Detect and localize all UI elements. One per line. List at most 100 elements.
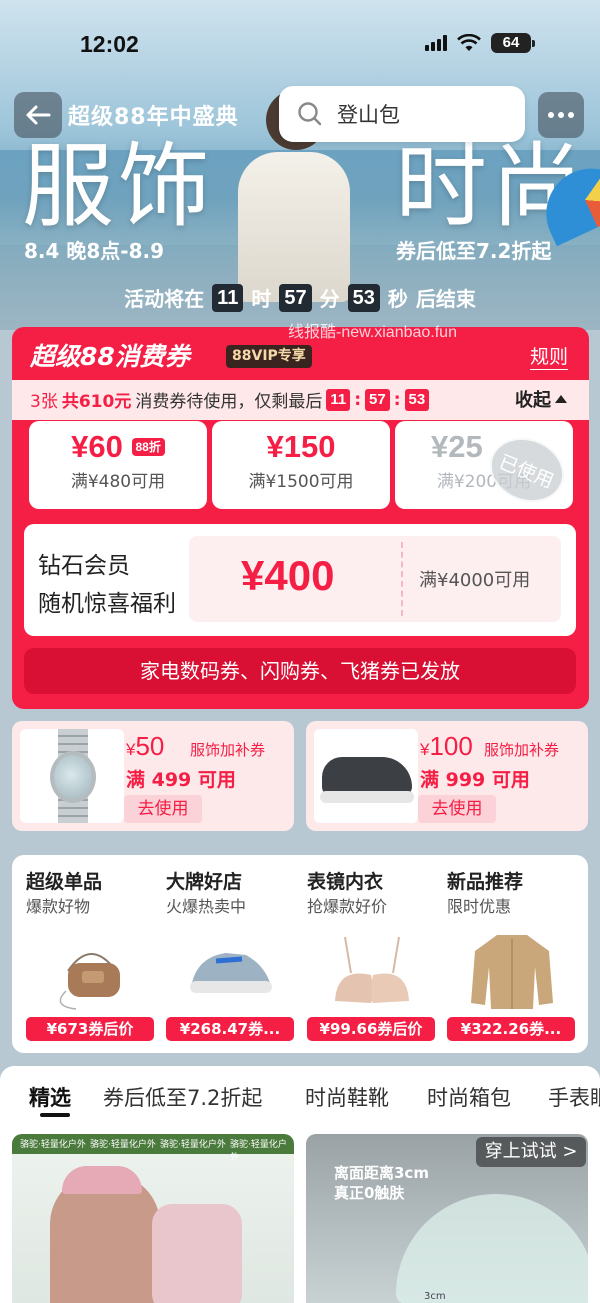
active-tab-indicator xyxy=(40,1113,70,1117)
voucher-kind: 服饰加补券 xyxy=(484,741,560,759)
diamond-title: 钻石会员 xyxy=(38,553,130,579)
coupon-25-used[interactable]: ¥25 满¥200可用 已使用 xyxy=(395,421,573,509)
tab-discount[interactable]: 券后低至7.2折起 xyxy=(103,1082,262,1112)
coupon-condition: 满¥1500可用 xyxy=(248,472,354,492)
category-super-single[interactable]: 超级单品 爆款好物 ¥673券后价 xyxy=(26,867,162,1045)
running-shoe-image xyxy=(190,953,272,993)
measurement-label: 3cm xyxy=(424,1291,446,1302)
event-discount-text: 券后低至7.2折起 xyxy=(396,239,552,263)
dot-icon xyxy=(548,112,554,118)
use-voucher-button[interactable]: 去使用 xyxy=(418,795,496,823)
timer-minutes: 57 xyxy=(365,388,390,411)
brand-strip-text: 骆驼·轻量化户外 xyxy=(230,1140,287,1163)
tab-featured[interactable]: 精选 xyxy=(29,1082,71,1112)
search-bar[interactable]: 登山包 xyxy=(279,86,525,142)
voucher-min: 满 499 可用 xyxy=(126,769,236,791)
voucher-amount: 100 xyxy=(429,731,473,761)
brand-strip-text: 骆驼·轻量化户外 xyxy=(90,1140,156,1150)
countdown-minutes: 57 xyxy=(279,283,312,312)
tab-watches-glasses[interactable]: 手表眼 xyxy=(548,1082,600,1112)
trench-coat-image xyxy=(471,935,553,1009)
handbag-image xyxy=(59,953,120,1010)
status-icons: 64 xyxy=(425,33,535,53)
countdown-seconds: 53 xyxy=(347,283,380,312)
coupon-card-title: 超级88消费券 xyxy=(30,342,190,371)
more-options-button[interactable] xyxy=(538,92,584,138)
event-date-range: 8.4 晚8点-8.9 xyxy=(24,239,165,263)
search-icon xyxy=(298,102,322,126)
rules-link[interactable]: 规则 xyxy=(530,345,569,370)
collapse-button[interactable]: 收起 xyxy=(515,386,567,412)
category-big-brand[interactable]: 大牌好店 火爆热卖中 ¥268.47券... xyxy=(166,867,302,1045)
wifi-icon xyxy=(457,34,481,51)
category-section: 超级单品 爆款好物 ¥673券后价 大牌好店 火爆热卖中 ¥268.47券...… xyxy=(12,855,588,1053)
info-middle: 消费券待使用，仅剩最后 xyxy=(135,392,323,412)
watch-image xyxy=(20,729,124,823)
diamond-coupon[interactable]: ¥400 满¥4000可用 xyxy=(189,536,561,622)
coupon-amount: ¥60 xyxy=(71,429,123,464)
category-title: 超级单品 xyxy=(26,871,103,893)
search-placeholder[interactable]: 登山包 xyxy=(337,99,400,129)
discount-tag: 88折 xyxy=(131,438,165,456)
info-highlight: 共610元 xyxy=(61,392,132,412)
issued-notice[interactable]: 家电数码券、闪购券、飞猪券已发放 xyxy=(24,648,576,694)
tab-bags[interactable]: 时尚箱包 xyxy=(427,1082,511,1112)
triangle-up-icon xyxy=(555,395,567,403)
voucher-min: 满 999 可用 xyxy=(420,769,530,791)
category-new-arrivals[interactable]: 新品推荐 限时优惠 ¥322.26券... xyxy=(447,867,583,1045)
promo-line-1: 离面距离3cm xyxy=(334,1164,429,1182)
countdown-prefix: 活动将在 xyxy=(124,287,205,311)
category-title: 新品推荐 xyxy=(447,871,524,893)
timer-seconds: 53 xyxy=(404,388,430,411)
battery-icon: 64 xyxy=(491,33,535,53)
category-subtitle: 爆款好物 xyxy=(26,897,91,916)
arrow-left-icon xyxy=(26,105,51,125)
visor-cap-image xyxy=(62,1166,142,1194)
countdown-suffix: 后结束 xyxy=(415,287,476,311)
vip-badge: 88VIP专享 xyxy=(226,345,312,368)
coupon-condition: 满¥480可用 xyxy=(70,472,166,492)
category-title: 大牌好店 xyxy=(166,871,243,893)
brand-strip-text: 骆驼·轻量化户外 xyxy=(20,1140,86,1150)
timer-hours: 11 xyxy=(326,388,351,411)
countdown-hour-unit: 时 xyxy=(251,287,272,311)
category-subtitle: 限时优惠 xyxy=(447,897,512,916)
dot-icon xyxy=(568,112,574,118)
category-underwear[interactable]: 表镜内衣 抢爆款好价 ¥99.66券后价 xyxy=(307,867,443,1045)
tab-shoes[interactable]: 时尚鞋靴 xyxy=(305,1082,389,1112)
dot-icon xyxy=(558,112,564,118)
diamond-coupon-amount: ¥400 xyxy=(241,552,335,599)
diamond-member-benefit[interactable]: 钻石会员 随机惊喜福利 ¥400 满¥4000可用 xyxy=(24,524,576,636)
feed-card-backpack[interactable]: 骆驼·轻量化户外 骆驼·轻量化户外 骆驼·轻量化户外 骆驼·轻量化户外 xyxy=(12,1134,294,1303)
watch-voucher[interactable]: ¥50 服饰加补券 满 499 可用 去使用 xyxy=(12,721,294,831)
diamond-coupon-condition: 满¥4000可用 xyxy=(419,570,531,591)
bra-image xyxy=(335,936,409,1003)
consumption-coupon-card: 超级88消费券 88VIP专享 规则 3张 共610元 消费券待使用，仅剩最后 11… xyxy=(12,327,589,709)
category-price: ¥268.47券... xyxy=(166,1017,294,1041)
collapse-label: 收起 xyxy=(515,390,551,411)
sun-hat-image xyxy=(396,1194,588,1303)
category-price: ¥99.66券后价 xyxy=(307,1017,435,1041)
brand-strip: 骆驼·轻量化户外 骆驼·轻量化户外 骆驼·轻量化户外 骆驼·轻量化户外 xyxy=(12,1134,294,1163)
countdown-hours: 11 xyxy=(212,283,244,312)
coupon-60[interactable]: ¥60 88折 满¥480可用 xyxy=(29,421,207,509)
coupon-amount: ¥150 xyxy=(266,429,336,464)
event-title: 超级88年中盛典 xyxy=(68,105,239,130)
diamond-subtitle: 随机惊喜福利 xyxy=(38,591,176,617)
category-subtitle: 抢爆款好价 xyxy=(307,897,388,916)
promo-line-2: 真正0触肤 xyxy=(334,1184,405,1202)
countdown-minute-unit: 分 xyxy=(319,287,340,311)
category-price: ¥673券后价 xyxy=(26,1017,154,1041)
countdown-second-unit: 秒 xyxy=(387,287,408,311)
back-button[interactable] xyxy=(14,92,62,138)
event-countdown: 活动将在 11 时 57 分 53 秒 后结束 xyxy=(0,283,600,312)
cellular-signal-icon xyxy=(425,35,447,51)
brand-strip-text: 骆驼·轻量化户外 xyxy=(160,1140,226,1150)
shoe-voucher[interactable]: ¥100 服饰加补券 满 999 可用 去使用 xyxy=(306,721,588,831)
try-on-button[interactable]: 穿上试试 > xyxy=(476,1137,586,1167)
voucher-kind: 服饰加补券 xyxy=(190,741,266,759)
use-voucher-button[interactable]: 去使用 xyxy=(124,795,202,823)
voucher-amount: 50 xyxy=(135,731,165,761)
coupon-150[interactable]: ¥150 满¥1500可用 xyxy=(212,421,390,509)
category-title: 表镜内衣 xyxy=(307,871,384,893)
